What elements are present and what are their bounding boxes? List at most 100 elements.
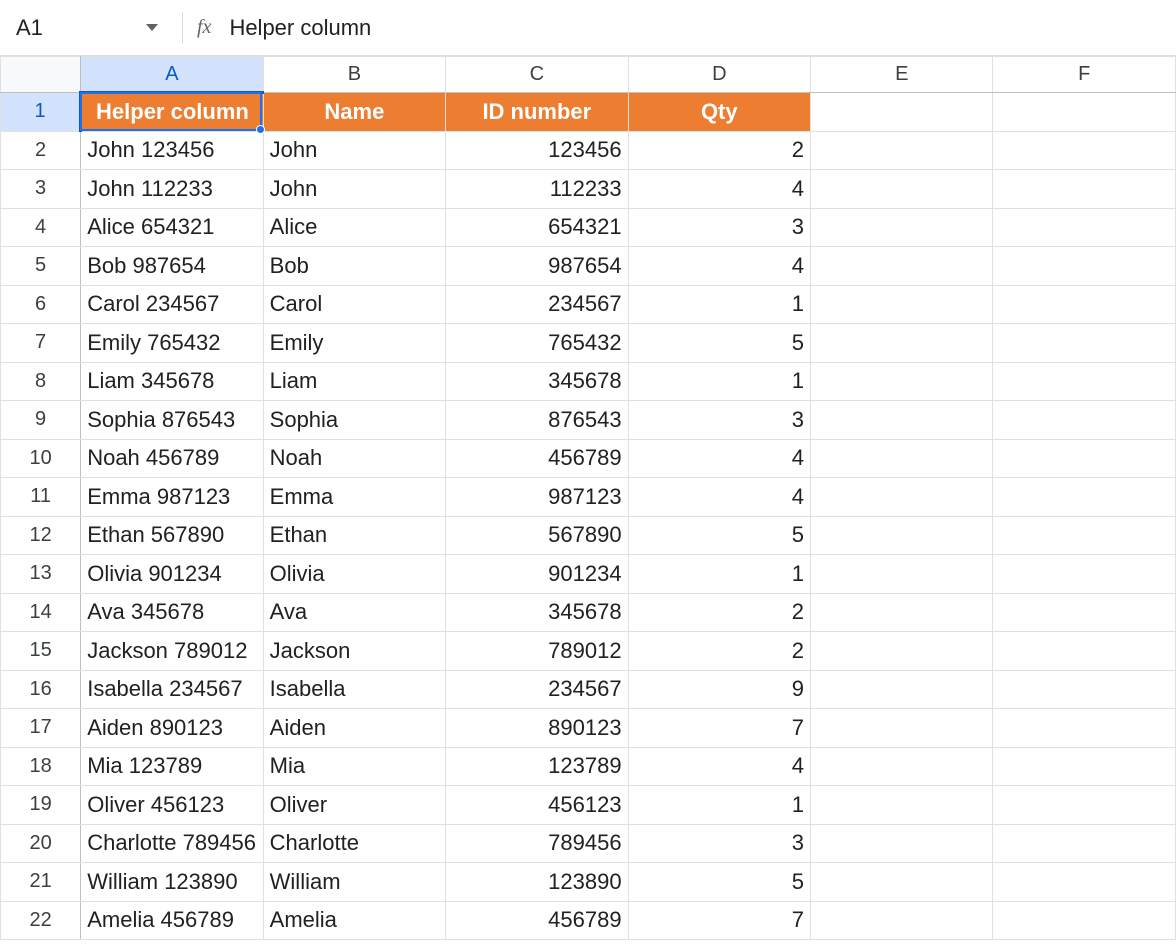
col-header-a[interactable]: A xyxy=(81,57,263,93)
cell-C11[interactable]: 987123 xyxy=(446,478,628,517)
cell-C2[interactable]: 123456 xyxy=(446,131,628,170)
cell-D4[interactable]: 3 xyxy=(628,208,810,247)
cell-F10[interactable] xyxy=(993,439,1176,478)
cell-F5[interactable] xyxy=(993,247,1176,286)
row-header-20[interactable]: 20 xyxy=(1,824,81,863)
cell-A19[interactable]: Oliver 456123 xyxy=(81,786,263,825)
cell-E13[interactable] xyxy=(811,555,993,594)
row-header-4[interactable]: 4 xyxy=(1,208,81,247)
cell-F6[interactable] xyxy=(993,285,1176,324)
cell-D21[interactable]: 5 xyxy=(628,863,810,902)
cell-A6[interactable]: Carol 234567 xyxy=(81,285,263,324)
row-header-16[interactable]: 16 xyxy=(1,670,81,709)
row-header-14[interactable]: 14 xyxy=(1,593,81,632)
cell-D18[interactable]: 4 xyxy=(628,747,810,786)
cell-F7[interactable] xyxy=(993,324,1176,363)
cell-E18[interactable] xyxy=(811,747,993,786)
cell-B12[interactable]: Ethan xyxy=(263,516,445,555)
col-header-d[interactable]: D xyxy=(628,57,810,93)
cell-C16[interactable]: 234567 xyxy=(446,670,628,709)
cell-C12[interactable]: 567890 xyxy=(446,516,628,555)
cell-D9[interactable]: 3 xyxy=(628,401,810,440)
cell-B1[interactable]: Name xyxy=(263,93,445,132)
cell-F12[interactable] xyxy=(993,516,1176,555)
cell-D2[interactable]: 2 xyxy=(628,131,810,170)
cell-B15[interactable]: Jackson xyxy=(263,632,445,671)
cell-F18[interactable] xyxy=(993,747,1176,786)
cell-F11[interactable] xyxy=(993,478,1176,517)
row-header-12[interactable]: 12 xyxy=(1,516,81,555)
cell-E7[interactable] xyxy=(811,324,993,363)
cell-B8[interactable]: Liam xyxy=(263,362,445,401)
cell-F4[interactable] xyxy=(993,208,1176,247)
col-header-f[interactable]: F xyxy=(993,57,1176,93)
cell-A10[interactable]: Noah 456789 xyxy=(81,439,263,478)
cell-B9[interactable]: Sophia xyxy=(263,401,445,440)
cell-B4[interactable]: Alice xyxy=(263,208,445,247)
cell-D3[interactable]: 4 xyxy=(628,170,810,209)
cell-C14[interactable]: 345678 xyxy=(446,593,628,632)
cell-F21[interactable] xyxy=(993,863,1176,902)
cell-A12[interactable]: Ethan 567890 xyxy=(81,516,263,555)
row-header-19[interactable]: 19 xyxy=(1,786,81,825)
cell-D1[interactable]: Qty xyxy=(628,93,810,132)
cell-E14[interactable] xyxy=(811,593,993,632)
cell-C13[interactable]: 901234 xyxy=(446,555,628,594)
cell-A1[interactable]: Helper column xyxy=(81,93,263,132)
cell-B11[interactable]: Emma xyxy=(263,478,445,517)
cell-A16[interactable]: Isabella 234567 xyxy=(81,670,263,709)
cell-D12[interactable]: 5 xyxy=(628,516,810,555)
row-header-22[interactable]: 22 xyxy=(1,901,81,940)
row-header-7[interactable]: 7 xyxy=(1,324,81,363)
row-header-6[interactable]: 6 xyxy=(1,285,81,324)
cell-F9[interactable] xyxy=(993,401,1176,440)
cell-D8[interactable]: 1 xyxy=(628,362,810,401)
cell-A14[interactable]: Ava 345678 xyxy=(81,593,263,632)
cell-A20[interactable]: Charlotte 789456 xyxy=(81,824,263,863)
cell-B13[interactable]: Olivia xyxy=(263,555,445,594)
cell-F1[interactable] xyxy=(993,93,1176,132)
row-header-10[interactable]: 10 xyxy=(1,439,81,478)
cell-E21[interactable] xyxy=(811,863,993,902)
cell-D20[interactable]: 3 xyxy=(628,824,810,863)
cell-A13[interactable]: Olivia 901234 xyxy=(81,555,263,594)
cell-C20[interactable]: 789456 xyxy=(446,824,628,863)
cell-D13[interactable]: 1 xyxy=(628,555,810,594)
cell-A15[interactable]: Jackson 789012 xyxy=(81,632,263,671)
cell-B5[interactable]: Bob xyxy=(263,247,445,286)
cell-A9[interactable]: Sophia 876543 xyxy=(81,401,263,440)
cell-F19[interactable] xyxy=(993,786,1176,825)
select-all-corner[interactable] xyxy=(1,57,81,93)
cell-C5[interactable]: 987654 xyxy=(446,247,628,286)
formula-input[interactable]: Helper column xyxy=(229,15,371,41)
cell-E19[interactable] xyxy=(811,786,993,825)
row-header-17[interactable]: 17 xyxy=(1,709,81,748)
cell-A22[interactable]: Amelia 456789 xyxy=(81,901,263,940)
cell-C8[interactable]: 345678 xyxy=(446,362,628,401)
row-header-2[interactable]: 2 xyxy=(1,131,81,170)
cell-D15[interactable]: 2 xyxy=(628,632,810,671)
row-header-8[interactable]: 8 xyxy=(1,362,81,401)
cell-F13[interactable] xyxy=(993,555,1176,594)
cell-A21[interactable]: William 123890 xyxy=(81,863,263,902)
cell-E2[interactable] xyxy=(811,131,993,170)
cell-E6[interactable] xyxy=(811,285,993,324)
cell-C22[interactable]: 456789 xyxy=(446,901,628,940)
cell-B6[interactable]: Carol xyxy=(263,285,445,324)
cell-E15[interactable] xyxy=(811,632,993,671)
col-header-c[interactable]: C xyxy=(446,57,628,93)
row-header-18[interactable]: 18 xyxy=(1,747,81,786)
cell-A11[interactable]: Emma 987123 xyxy=(81,478,263,517)
cell-E20[interactable] xyxy=(811,824,993,863)
cell-F2[interactable] xyxy=(993,131,1176,170)
cell-F15[interactable] xyxy=(993,632,1176,671)
cell-B16[interactable]: Isabella xyxy=(263,670,445,709)
cell-C4[interactable]: 654321 xyxy=(446,208,628,247)
cell-B19[interactable]: Oliver xyxy=(263,786,445,825)
cell-F22[interactable] xyxy=(993,901,1176,940)
cell-F3[interactable] xyxy=(993,170,1176,209)
cell-E9[interactable] xyxy=(811,401,993,440)
cell-C15[interactable]: 789012 xyxy=(446,632,628,671)
row-header-1[interactable]: 1 xyxy=(1,93,81,132)
cell-E8[interactable] xyxy=(811,362,993,401)
